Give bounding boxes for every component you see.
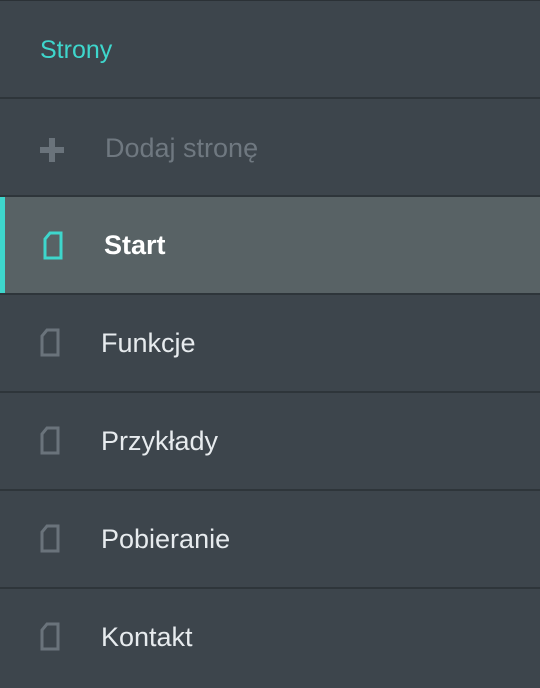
page-item-pobieranie[interactable]: Pobieranie (0, 491, 540, 589)
page-icon (40, 426, 60, 455)
active-indicator (0, 197, 5, 293)
page-item-label: Start (104, 230, 166, 260)
page-item-funkcje[interactable]: Funkcje (0, 295, 540, 393)
page-item-label: Pobieranie (101, 524, 231, 554)
page-icon (40, 622, 60, 651)
page-icon (40, 328, 60, 357)
panel-title: Strony (40, 36, 113, 64)
page-item-label: Przykłady (101, 426, 219, 456)
plus-icon (40, 138, 64, 162)
add-page-label: Dodaj stronę (105, 133, 259, 163)
page-icon (43, 231, 63, 260)
panel-header: Strony (0, 1, 540, 99)
page-item-przyklady[interactable]: Przykłady (0, 393, 540, 491)
page-item-start[interactable]: Start (0, 197, 540, 295)
page-item-label: Funkcje (101, 328, 196, 358)
page-item-kontakt[interactable]: Kontakt (0, 589, 540, 687)
page-item-label: Kontakt (101, 622, 193, 652)
page-icon (40, 524, 60, 553)
pages-panel: Strony Dodaj stronę Start Funkcje Przykł… (0, 0, 540, 688)
add-page-button[interactable]: Dodaj stronę (0, 99, 540, 197)
